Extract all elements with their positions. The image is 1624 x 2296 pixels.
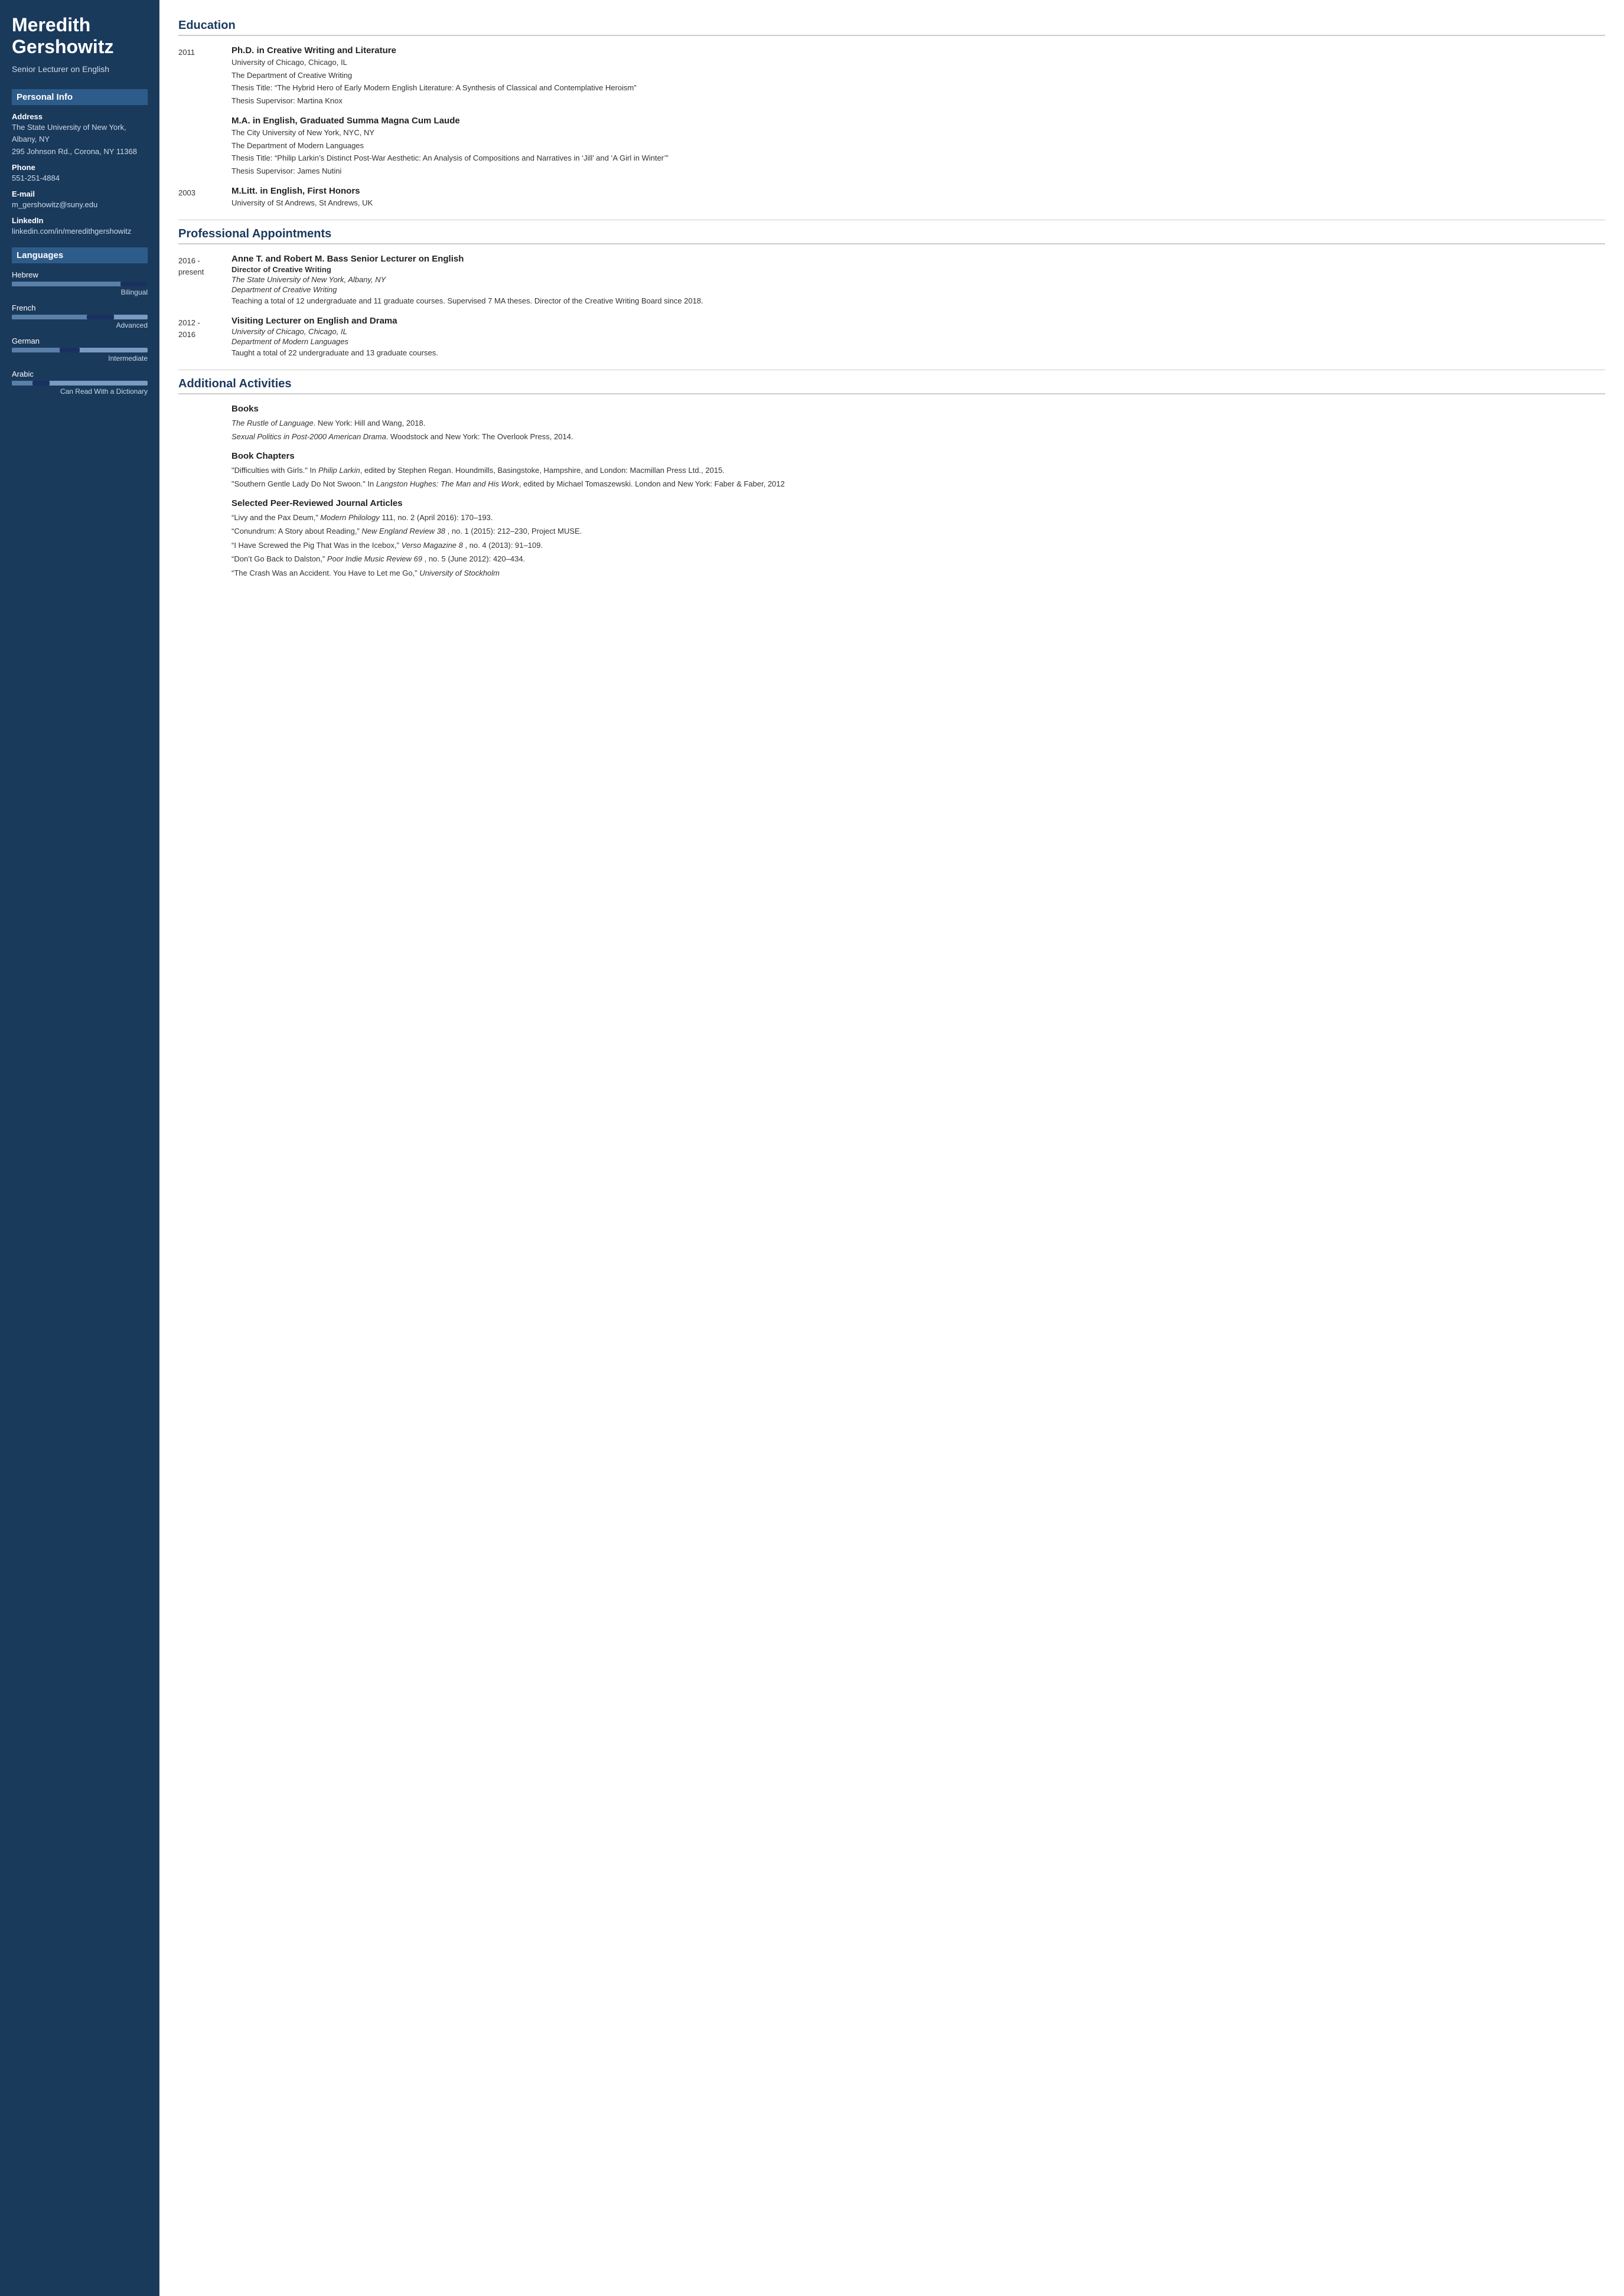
peer-reviewed-item: “I Have Screwed the Pig That Was in the … [231,540,1605,551]
entry-title: M.A. in English, Graduated Summa Magna C… [231,116,1605,126]
language-name: German [12,337,148,345]
language-bar [12,282,148,286]
entry-content: M.Litt. in English, First HonorsUniversi… [231,186,1605,210]
appointments-section-title: Professional Appointments [178,227,1605,244]
books-title: Books [231,404,1605,414]
language-item: Hebrew Bilingual [12,270,148,296]
entry-line: Thesis Supervisor: James Nutini [231,165,1605,177]
peer-reviewed-item: “Don’t Go Back to Dalston,” Poor Indie M… [231,553,1605,565]
entry-title: Ph.D. in Creative Writing and Literature [231,45,1605,55]
address-label: Address [12,112,148,121]
person-title: Senior Lecturer on English [12,64,148,76]
language-level: Can Read With a Dictionary [12,387,148,396]
entry-line: Thesis Title: “The Hybrid Hero of Early … [231,82,1605,94]
language-name: Hebrew [12,270,148,279]
sidebar: Meredith Gershowitz Senior Lecturer on E… [0,0,159,2296]
language-item: French Advanced [12,303,148,329]
entry-line: University of Chicago, Chicago, IL [231,327,1605,336]
phone-value: 551-251-4884 [12,173,148,184]
entry-year: 2003 [178,186,231,210]
language-bar-fill [87,315,114,319]
entry-year: 2012 - 2016 [178,316,231,360]
person-name: Meredith Gershowitz [12,14,148,58]
appointment-entry: 2016 - presentAnne T. and Robert M. Bass… [178,254,1605,308]
entry-content: Anne T. and Robert M. Bass Senior Lectur… [231,254,1605,308]
entry-line: Taught a total of 22 undergraduate and 1… [231,347,1605,359]
email-label: E-mail [12,190,148,198]
entry-line: Thesis Title: “Philip Larkin’s Distinct … [231,152,1605,164]
education-section-title: Education [178,19,1605,36]
entry-content: Visiting Lecturer on English and DramaUn… [231,316,1605,360]
languages-list: Hebrew Bilingual French Advanced German Inter… [12,270,148,396]
language-bar-fill [120,282,148,286]
peer-reviewed-item: “Conundrum: A Story about Reading,” New … [231,525,1605,537]
language-level: Intermediate [12,354,148,362]
education-entry: M.A. in English, Graduated Summa Magna C… [178,116,1605,178]
peer-reviewed-list: “Livy and the Pax Deum,” Modern Philolog… [231,512,1605,579]
activities-content: Books The Rustle of Language. New York: … [231,404,1605,579]
language-name: Arabic [12,370,148,378]
entry-year: 2011 [178,45,231,107]
language-name: French [12,303,148,312]
entry-line: The Department of Modern Languages [231,140,1605,152]
language-item: German Intermediate [12,337,148,362]
peer-reviewed-item: “The Crash Was an Accident. You Have to … [231,567,1605,579]
language-bar [12,348,148,352]
entry-subtitle: Director of Creative Writing [231,265,1605,274]
linkedin-value: linkedin.com/in/meredithgershowitz [12,226,148,237]
entry-line: University of Chicago, Chicago, IL [231,57,1605,68]
education-entries: 2011Ph.D. in Creative Writing and Litera… [178,45,1605,210]
entry-line: The State University of New York, Albany… [231,275,1605,284]
entry-content: M.A. in English, Graduated Summa Magna C… [231,116,1605,178]
language-bar-fill [60,348,80,352]
language-level: Advanced [12,321,148,329]
entry-line: Thesis Supervisor: Martina Knox [231,95,1605,107]
education-entry: 2011Ph.D. in Creative Writing and Litera… [178,45,1605,107]
appointments-entries: 2016 - presentAnne T. and Robert M. Bass… [178,254,1605,360]
phone-label: Phone [12,163,148,172]
languages-header: Languages [12,247,148,263]
entry-line: The Department of Creative Writing [231,70,1605,81]
entry-line: Department of Creative Writing [231,285,1605,294]
books-list: The Rustle of Language. New York: Hill a… [231,417,1605,443]
entry-line: Teaching a total of 12 undergraduate and… [231,295,1605,307]
peer-reviewed-title: Selected Peer-Reviewed Journal Articles [231,498,1605,508]
language-item: Arabic Can Read With a Dictionary [12,370,148,396]
entry-line: The City University of New York, NYC, NY [231,127,1605,139]
book-chapters-title: Book Chapters [231,451,1605,461]
email-value: m_gershowitz@suny.edu [12,200,148,210]
entry-line: University of St Andrews, St Andrews, UK [231,197,1605,209]
language-level: Bilingual [12,288,148,296]
book-item: Sexual Politics in Post-2000 American Dr… [231,431,1605,443]
entry-content: Ph.D. in Creative Writing and Literature… [231,45,1605,107]
address-line-2: Albany, NY [12,134,148,145]
entry-line: Department of Modern Languages [231,337,1605,346]
personal-info-header: Personal Info [12,89,148,105]
appointment-entry: 2012 - 2016Visiting Lecturer on English … [178,316,1605,360]
entry-title: Anne T. and Robert M. Bass Senior Lectur… [231,254,1605,264]
main-content: Education 2011Ph.D. in Creative Writing … [159,0,1624,2296]
chapter-item: "Southern Gentle Lady Do Not Swoon." In … [231,478,1605,490]
peer-reviewed-item: “Livy and the Pax Deum,” Modern Philolog… [231,512,1605,524]
address-line-1: The State University of New York, [12,122,148,133]
activities-section-title: Additional Activities [178,377,1605,394]
book-item: The Rustle of Language. New York: Hill a… [231,417,1605,429]
entry-year [178,116,231,178]
chapter-item: "Difficulties with Girls." In Philip Lar… [231,465,1605,476]
language-bar [12,381,148,386]
education-entry: 2003M.Litt. in English, First HonorsUniv… [178,186,1605,210]
book-chapters-list: "Difficulties with Girls." In Philip Lar… [231,465,1605,490]
language-bar [12,315,148,319]
entry-title: M.Litt. in English, First Honors [231,186,1605,196]
language-bar-fill [32,381,50,386]
linkedin-label: LinkedIn [12,216,148,225]
entry-year: 2016 - present [178,254,231,308]
address-line-3: 295 Johnson Rd., Corona, NY 11368 [12,146,148,157]
entry-title: Visiting Lecturer on English and Drama [231,316,1605,326]
